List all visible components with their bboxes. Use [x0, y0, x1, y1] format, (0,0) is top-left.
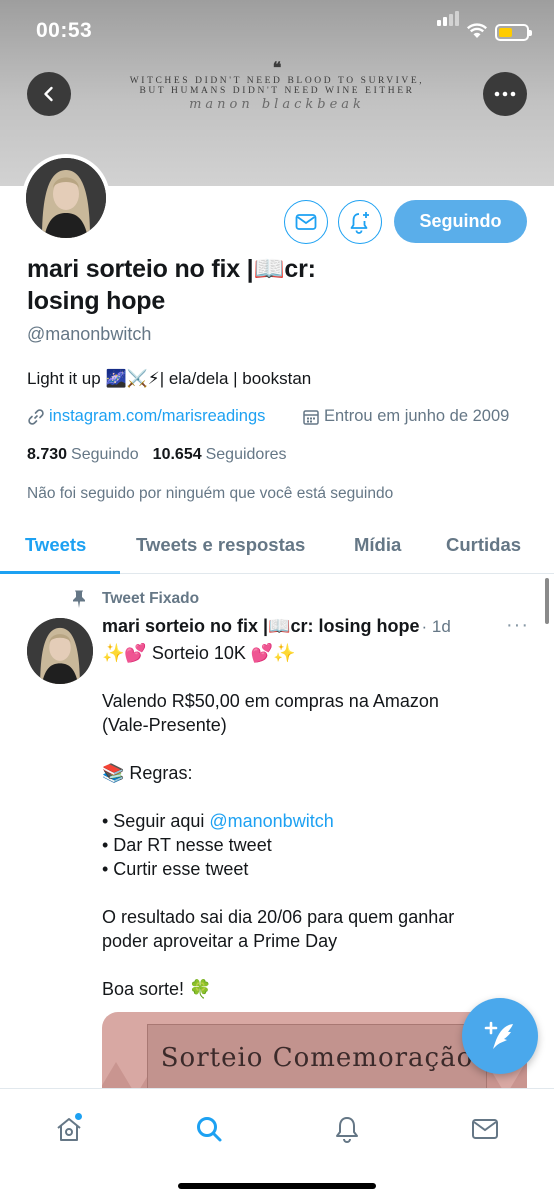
notifications-button[interactable]: [338, 200, 382, 244]
tweet-avatar[interactable]: [27, 618, 93, 684]
back-button[interactable]: [27, 72, 71, 116]
profile-joined: Entrou em junho de 2009: [302, 407, 509, 426]
link-icon: [28, 408, 44, 425]
nav-home[interactable]: [49, 1109, 89, 1149]
tab-tweets[interactable]: Tweets: [25, 534, 86, 556]
profile-tabs: Tweets Tweets e respostas Mídia Curtidas: [0, 524, 554, 574]
pinned-tweet-label: Tweet Fixado: [70, 589, 199, 609]
tweet-line: ✨💕 Sorteio 10K 💕✨: [102, 643, 296, 663]
profile-avatar[interactable]: [22, 154, 110, 242]
more-horizontal-icon: [494, 91, 516, 97]
more-options-button[interactable]: [483, 72, 527, 116]
followers-count-link[interactable]: 10.654 Seguidores: [153, 446, 287, 463]
tweet-body: ✨💕 Sorteio 10K 💕✨ Valendo R$50,00 em com…: [102, 641, 522, 1001]
tab-likes[interactable]: Curtidas: [446, 534, 521, 556]
tweet-line: (Vale-Presente): [102, 715, 227, 735]
following-button[interactable]: Seguindo: [394, 200, 527, 243]
profile-handle: @manonbwitch: [27, 324, 152, 344]
tweet-header: mari sorteio no fix |📖cr: losing hope · 1…: [102, 616, 451, 637]
profile-joined-text: Entrou em junho de 2009: [324, 407, 510, 425]
tweet-line: 📚 Regras:: [102, 763, 193, 783]
tweet-mention-link[interactable]: @manonbwitch: [209, 811, 333, 831]
calendar-icon: [303, 409, 319, 425]
tweet-author[interactable]: mari sorteio no fix |📖cr: losing hope: [102, 616, 420, 636]
search-icon: [197, 1117, 222, 1142]
home-indicator: [178, 1183, 376, 1189]
profile-name-line-1: mari sorteio no fix |📖cr:: [27, 255, 316, 283]
nav-notifications[interactable]: [327, 1109, 367, 1149]
message-button[interactable]: [284, 200, 328, 244]
mutual-followers-note: Não foi seguido por ninguém que você est…: [27, 485, 394, 502]
follow-counts: 8.730 Seguindo 10.654 Seguidores: [27, 446, 287, 464]
mail-icon: [295, 214, 317, 230]
following-count: 8.730: [27, 446, 68, 463]
tweet-avatar-photo: [27, 618, 93, 684]
pinned-label-text: Tweet Fixado: [102, 590, 200, 607]
quote-mark: ❝: [272, 58, 282, 77]
scrollbar[interactable]: [545, 578, 549, 624]
wifi-icon: [466, 23, 488, 38]
bell-plus-icon: [350, 212, 369, 234]
banner-quote: ❝ Witches didn't need blood to survive, …: [0, 58, 554, 113]
following-count-link[interactable]: 8.730 Seguindo: [27, 446, 139, 463]
compose-tweet-button[interactable]: [462, 998, 538, 1074]
tweet-time: · 1d: [421, 617, 451, 636]
tweet-line: Valendo R$50,00 em compras na Amazon: [102, 691, 439, 711]
tweet-line: • Curtir esse tweet: [102, 859, 249, 879]
tab-media[interactable]: Mídia: [354, 534, 401, 556]
bottom-navigation: [0, 1088, 554, 1200]
chevron-left-icon: [44, 86, 53, 102]
tweet-line: • Dar RT nesse tweet: [102, 835, 272, 855]
home-notification-dot: [74, 1112, 83, 1121]
mail-icon: [472, 1119, 498, 1139]
avatar-photo: [26, 158, 106, 238]
tweet-line: poder aproveitar a Prime Day: [102, 931, 338, 951]
pin-icon: [73, 590, 85, 608]
followers-label: Seguidores: [205, 446, 287, 463]
profile-link[interactable]: instagram.com/marisreadings: [27, 407, 265, 426]
tweet-line-prefix: • Seguir aqui: [102, 811, 210, 831]
battery-icon: [495, 24, 532, 41]
profile-link-text[interactable]: instagram.com/marisreadings: [49, 407, 265, 426]
following-label: Seguindo: [71, 446, 139, 463]
tweet-line: O resultado sai dia 20/06 para quem ganh…: [102, 907, 455, 927]
compose-tweet-icon: [484, 1021, 513, 1049]
status-time: 00:53: [36, 19, 93, 42]
status-bar: 00:53: [0, 0, 554, 60]
quote-signature: manon blackbeak: [189, 97, 365, 112]
quote-line-1: Witches didn't need blood to survive,: [129, 76, 425, 86]
followers-count: 10.654: [152, 446, 202, 463]
nav-search[interactable]: [189, 1109, 229, 1149]
nav-messages[interactable]: [465, 1109, 505, 1149]
active-tab-indicator: [0, 571, 120, 574]
tweet-line: • Seguir aqui @manonbwitch: [102, 809, 522, 833]
media-title: Sorteio Comemoração: [160, 1043, 474, 1073]
quote-line-2: but humans didn't need wine either: [139, 86, 415, 96]
tab-tweets-and-replies[interactable]: Tweets e respostas: [136, 534, 305, 556]
tweet-more-button[interactable]: ···: [506, 614, 529, 637]
bell-icon: [336, 1117, 358, 1143]
profile-name: mari sorteio no fix |📖cr: losing hope: [27, 253, 447, 317]
profile-name-line-2: losing hope: [27, 287, 166, 315]
profile-bio: Light it up 🌌⚔️⚡| ela/dela | bookstan: [27, 369, 312, 388]
tweet-line: Boa sorte! 🍀: [102, 979, 212, 999]
